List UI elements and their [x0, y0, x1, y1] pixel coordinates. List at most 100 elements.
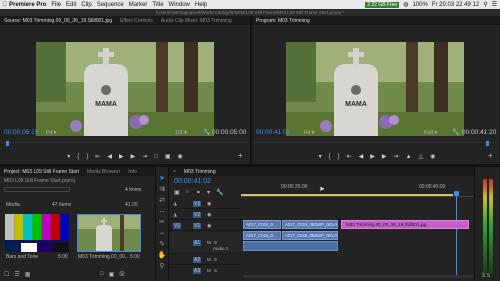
still-frame-clip[interactable]: M03 Trimming.00_00_36_19.Still001.jpg [341, 220, 469, 229]
mark-in-icon[interactable]: { [329, 154, 331, 160]
video-clip[interactable]: A017_C026_08250P_001.mp4 [282, 231, 338, 240]
program-timecode[interactable]: 00:00:41:02 [256, 129, 290, 136]
track-label[interactable]: V1 [193, 223, 202, 229]
lock-icon[interactable]: ◮ [173, 201, 177, 207]
tab-source[interactable]: Source: M03 Trimming.00_00_36_19.Still00… [0, 18, 116, 24]
track-label[interactable]: V2 [193, 212, 202, 218]
linked-selection-icon[interactable]: ⚭ [196, 189, 201, 196]
program-video[interactable]: MAMA [286, 42, 464, 136]
camera-icon[interactable]: ◉ [430, 153, 435, 160]
solo-button[interactable]: S [214, 240, 217, 245]
menu-title[interactable]: Title [152, 2, 163, 8]
source-resolution-select[interactable]: 1/2 ▾ [175, 130, 187, 136]
mute-button[interactable]: M [207, 257, 211, 262]
track-label[interactable]: A2 [193, 257, 202, 263]
source-patch[interactable]: V1 [173, 223, 182, 229]
eye-icon[interactable]: ◉ [207, 201, 211, 207]
menu-window[interactable]: Window [169, 2, 190, 8]
program-add-icon[interactable]: + [488, 151, 493, 160]
track-label[interactable]: A1 [193, 240, 202, 246]
lift-icon[interactable]: ▲ [406, 154, 412, 160]
mute-button[interactable]: M [207, 268, 211, 273]
meter-solo-label[interactable]: S S [482, 273, 490, 279]
overwrite-icon[interactable]: ▣ [165, 153, 171, 160]
tab-info[interactable]: Info [124, 169, 140, 175]
nest-icon[interactable]: ▣ [174, 189, 180, 196]
step-back-frame-icon[interactable]: ◀ [107, 153, 112, 160]
mark-in-icon[interactable]: ▾ [67, 153, 70, 160]
source-timecode[interactable]: 00:00:06:19 [4, 129, 38, 136]
tab-media-browser[interactable]: Media Browser [83, 169, 124, 175]
source-fit-select[interactable]: Fit ▾ [46, 130, 56, 136]
go-to-out-icon[interactable]: ⇥ [142, 153, 147, 160]
menu-marker[interactable]: Marker [129, 2, 148, 8]
wifi-icon[interactable]: ◍ [403, 1, 408, 8]
source-wrench-icon[interactable]: 🔧 [203, 129, 210, 136]
tab-audio-clip-mixer[interactable]: Audio Clip Mixer: M03 Trimming [157, 18, 236, 24]
app-menu[interactable]: Premiere Pro [9, 2, 46, 8]
settings-wrench-icon[interactable]: 🔧 [216, 189, 223, 196]
tab-effect-controls[interactable]: Effect Controls [116, 18, 157, 24]
search-icon[interactable]: ⚲ [483, 1, 487, 8]
solo-button[interactable]: S [214, 257, 217, 262]
go-to-in-icon[interactable]: ⇤ [347, 153, 352, 160]
menu-sequence[interactable]: Sequence [97, 2, 124, 8]
extract-icon[interactable]: △ [419, 153, 424, 160]
lock-icon[interactable]: ◮ [173, 212, 177, 218]
menu-edit[interactable]: Edit [66, 2, 76, 8]
source-add-icon[interactable]: + [238, 151, 243, 160]
source-video[interactable]: MAMA [36, 42, 214, 136]
mark-out-icon[interactable]: } [338, 154, 340, 160]
go-to-in-icon[interactable]: } [86, 154, 88, 160]
menu-clip[interactable]: Clip [81, 2, 91, 8]
video-clip[interactable]: A017_C024_0... [243, 220, 281, 229]
pen-tool-icon[interactable]: ✎ [156, 239, 168, 250]
add-marker-icon[interactable]: ▾ [319, 153, 322, 160]
hand-tool-icon[interactable]: ✋ [156, 250, 168, 261]
mute-button[interactable]: M [207, 240, 211, 245]
video-clip[interactable]: A017_C024_08250P_001.mp4 [282, 220, 338, 229]
list-icon[interactable]: ☰ [492, 1, 497, 8]
step-back-icon[interactable]: ◀ [359, 153, 364, 160]
video-clip[interactable]: A017_C024_0... [243, 231, 281, 240]
play-icon[interactable]: ▶ [119, 153, 124, 160]
work-area-bar[interactable] [241, 194, 453, 196]
program-quality-select[interactable]: Full ▾ [424, 130, 437, 136]
lock-icon[interactable]: ☐ [4, 271, 9, 278]
source-playhead[interactable] [6, 141, 9, 146]
thumbnail-bars-and-tone[interactable] [5, 214, 69, 252]
menu-help[interactable]: Help [195, 2, 207, 8]
tab-timeline[interactable]: M03 Trimming [180, 169, 220, 175]
eye-icon[interactable]: ◉ [207, 212, 211, 218]
add-marker-icon[interactable]: ▾ [207, 189, 210, 196]
step-forward-icon[interactable]: ▶ [131, 153, 136, 160]
rolling-edit-tool-icon[interactable]: ↔ [156, 206, 168, 217]
play-icon[interactable]: ▶ [370, 153, 375, 160]
mark-out-icon[interactable]: { [77, 154, 79, 160]
program-fit-select[interactable]: Fit ▾ [304, 130, 314, 136]
ripple-edit-tool-icon[interactable]: ⇄ [156, 195, 168, 206]
icon-view-icon[interactable]: ▦ [25, 271, 31, 278]
close-icon[interactable]: × [169, 169, 180, 175]
apple-icon[interactable]:  [0, 2, 9, 8]
track-select-tool-icon[interactable]: ⇉ [156, 184, 168, 195]
list-view-icon[interactable]: ☰ [14, 271, 19, 278]
go-to-out-icon[interactable]: ⇥ [394, 153, 399, 160]
thumbnail-still-frame[interactable] [77, 214, 141, 252]
insert-icon[interactable]: □ [154, 154, 158, 160]
source-scrubber[interactable] [2, 141, 248, 147]
track-label[interactable]: V3 [193, 201, 202, 207]
program-playhead[interactable] [486, 141, 489, 146]
camera-icon[interactable]: ◉ [178, 153, 183, 160]
tab-program[interactable]: Program: M03 Trimming [252, 18, 314, 24]
step-forward-icon[interactable]: ▶ [382, 153, 387, 160]
time-ruler[interactable]: 00:00:35:00 00:00:40:00 [241, 177, 473, 197]
step-back-icon[interactable]: ⇤ [95, 153, 100, 160]
razor-tool-icon[interactable]: ✂ [156, 217, 168, 228]
slip-tool-icon[interactable]: ⇔ [156, 228, 168, 239]
new-item-icon[interactable]: ▣ [109, 271, 115, 278]
zoom-tool-icon[interactable]: ⚲ [156, 261, 168, 272]
trash-icon[interactable]: ☒ [119, 271, 124, 278]
new-bin-icon[interactable]: □ [100, 271, 104, 278]
tab-project[interactable]: Project: M03 L09 Still Frame Start [0, 169, 83, 175]
